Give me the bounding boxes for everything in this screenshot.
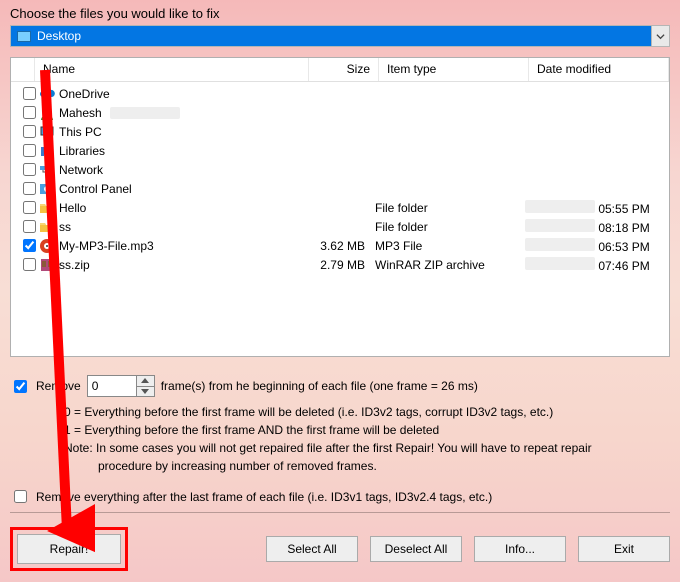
file-date: 05:55 PM <box>525 200 665 216</box>
row-checkbox[interactable] <box>23 163 36 176</box>
file-type: MP3 File <box>375 239 525 253</box>
row-checkbox[interactable] <box>23 106 36 119</box>
redacted-text <box>110 107 180 119</box>
col-type[interactable]: Item type <box>379 58 529 81</box>
page-title: Choose the files you would like to fix <box>10 6 220 21</box>
file-type: WinRAR ZIP archive <box>375 258 525 272</box>
zip-icon <box>39 257 55 273</box>
libs-icon <box>39 143 55 159</box>
file-size: 2.79 MB <box>305 258 375 272</box>
col-date[interactable]: Date modified <box>529 58 669 81</box>
col-name[interactable]: Name <box>35 58 309 81</box>
chevron-down-icon[interactable] <box>651 26 669 46</box>
select-all-button[interactable]: Select All <box>266 536 358 562</box>
file-name: ss <box>59 220 71 234</box>
folder-icon <box>39 219 55 235</box>
row-checkbox[interactable] <box>23 87 36 100</box>
file-type: File folder <box>375 220 525 234</box>
file-name: Libraries <box>59 144 105 158</box>
repair-highlight: Repair! <box>10 527 128 571</box>
row-checkbox[interactable] <box>23 144 36 157</box>
file-date: 07:46 PM <box>525 257 665 273</box>
net-icon <box>39 162 55 178</box>
row-checkbox[interactable] <box>23 220 36 233</box>
remove-checkbox[interactable] <box>14 380 27 393</box>
file-size: 3.62 MB <box>305 239 375 253</box>
remove-suffix: frame(s) from he beginning of each file … <box>161 379 478 393</box>
desktop-icon <box>17 31 31 42</box>
table-row[interactable]: Control Panel <box>11 179 669 198</box>
location-text: Desktop <box>37 29 81 43</box>
file-name: My-MP3-File.mp3 <box>59 239 154 253</box>
frame-count-input[interactable] <box>88 376 136 396</box>
table-row[interactable]: Hello File folder 05:55 PM <box>11 198 669 217</box>
cloud-icon <box>39 86 55 102</box>
file-date: 06:53 PM <box>525 238 665 254</box>
exit-button[interactable]: Exit <box>578 536 670 562</box>
location-dropdown[interactable]: Desktop <box>10 25 670 47</box>
table-row[interactable]: ss File folder 08:18 PM <box>11 217 669 236</box>
row-checkbox[interactable] <box>23 239 36 252</box>
file-name: OneDrive <box>59 87 110 101</box>
file-name: Hello <box>59 201 86 215</box>
mp3-icon <box>39 238 55 254</box>
folder-icon <box>39 200 55 216</box>
table-row[interactable]: This PC <box>11 122 669 141</box>
repair-button[interactable]: Repair! <box>17 534 121 564</box>
stepper-down[interactable] <box>137 387 154 397</box>
file-name: ss.zip <box>59 258 90 272</box>
remove-after-label: Remove everything after the last frame o… <box>36 490 492 504</box>
file-name: Mahesh <box>59 106 102 120</box>
row-checkbox[interactable] <box>23 182 36 195</box>
row-checkbox[interactable] <box>23 201 36 214</box>
file-name: Network <box>59 163 103 177</box>
pc-icon <box>39 124 55 140</box>
table-row[interactable]: Libraries <box>11 141 669 160</box>
deselect-all-button[interactable]: Deselect All <box>370 536 462 562</box>
row-checkbox[interactable] <box>23 258 36 271</box>
file-name: Control Panel <box>59 182 132 196</box>
column-headers[interactable]: Name Size Item type Date modified <box>11 58 669 82</box>
stepper-up[interactable] <box>137 376 154 387</box>
file-type: File folder <box>375 201 525 215</box>
info-button[interactable]: Info... <box>474 536 566 562</box>
table-row[interactable]: Mahesh <box>11 103 669 122</box>
file-list: Name Size Item type Date modified OneDri… <box>10 57 670 357</box>
table-row[interactable]: My-MP3-File.mp3 3.62 MBMP3 File 06:53 PM <box>11 236 669 255</box>
frame-count-stepper[interactable] <box>87 375 155 397</box>
table-row[interactable]: ss.zip 2.79 MBWinRAR ZIP archive 07:46 PM <box>11 255 669 274</box>
file-date: 08:18 PM <box>525 219 665 235</box>
remove-label: Remove <box>36 379 81 393</box>
row-checkbox[interactable] <box>23 125 36 138</box>
user-icon <box>39 105 55 121</box>
col-size[interactable]: Size <box>309 58 379 81</box>
table-row[interactable]: OneDrive <box>11 84 669 103</box>
table-row[interactable]: Network <box>11 160 669 179</box>
remove-after-checkbox[interactable] <box>14 490 27 503</box>
explanation-text: 0 = Everything before the first frame wi… <box>10 403 670 475</box>
cp-icon <box>39 181 55 197</box>
file-name: This PC <box>59 125 102 139</box>
